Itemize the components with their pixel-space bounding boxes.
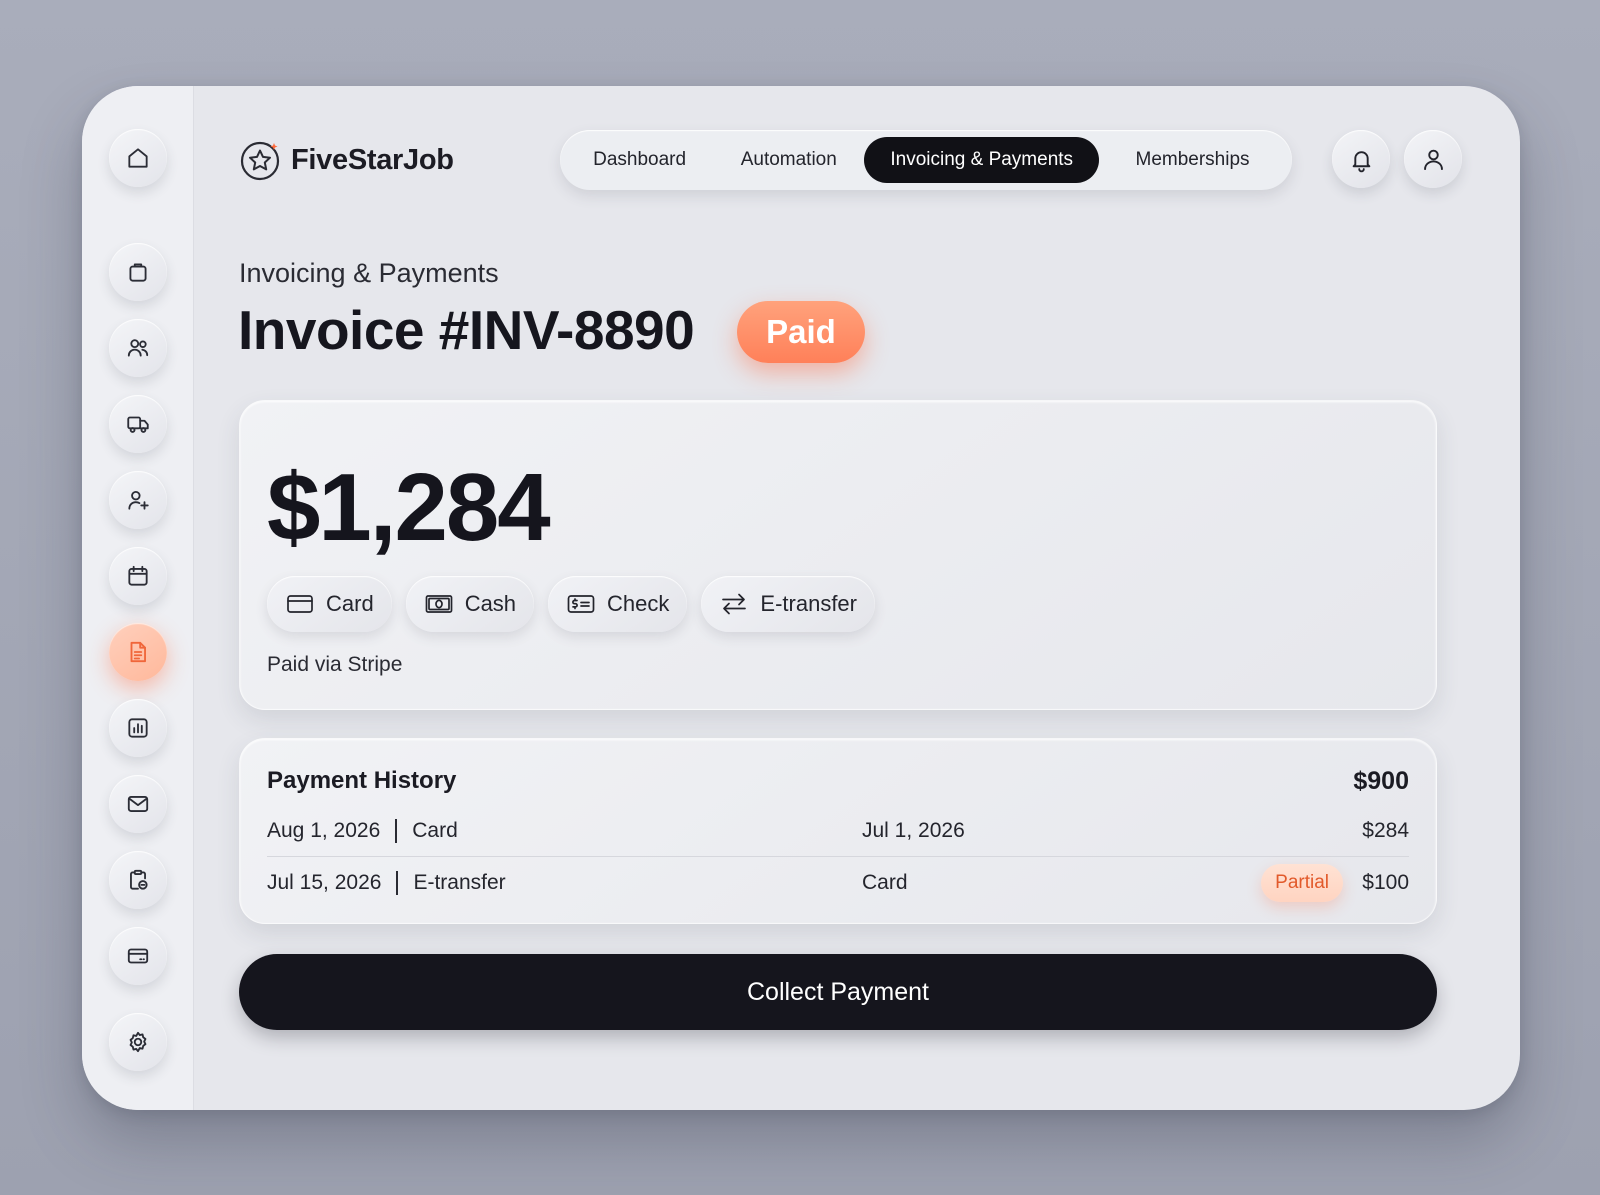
method-check-button[interactable]: Check [548, 576, 688, 632]
sidebar [82, 86, 194, 1110]
invoice-summary-card: $1,284 Card Cash Check E-transfer Paid v… [239, 400, 1437, 710]
row-method: Card [412, 819, 458, 842]
briefcase-icon [129, 263, 147, 282]
user-icon [1423, 149, 1443, 170]
method-label: E-transfer [760, 591, 857, 616]
row-divider [396, 871, 399, 895]
home-icon [128, 148, 148, 168]
bar-chart-icon [128, 718, 148, 738]
sidebar-item-reports[interactable] [109, 699, 167, 757]
page-title: Invoice #INV-8890 [238, 299, 695, 361]
profile-button[interactable] [1404, 130, 1462, 188]
tab-invoicing-payments[interactable]: Invoicing & Payments [864, 137, 1100, 183]
row-divider [395, 819, 398, 843]
method-card-button[interactable]: Card [267, 576, 392, 632]
notifications-button[interactable] [1332, 130, 1390, 188]
payment-methods: Card Cash Check E-transfer [267, 576, 875, 632]
tab-dashboard[interactable]: Dashboard [566, 137, 713, 183]
cash-icon [425, 595, 453, 613]
brand-name: FiveStarJob [291, 143, 454, 176]
sidebar-item-jobs[interactable] [109, 243, 167, 301]
brand-logo[interactable]: FiveStarJob [239, 138, 454, 182]
payment-history-title: Payment History [267, 767, 457, 794]
method-cash-button[interactable]: Cash [405, 576, 535, 632]
sidebar-item-calendar[interactable] [109, 547, 167, 605]
row-separator [267, 856, 1409, 857]
collect-payment-button[interactable]: Collect Payment [239, 954, 1437, 1030]
row-secondary: Card [862, 871, 908, 894]
sidebar-item-invoices[interactable] [109, 623, 167, 681]
page-breadcrumb: Invoicing & Payments [239, 258, 499, 288]
row-secondary: Jul 1, 2026 [862, 819, 965, 842]
method-label: Cash [464, 591, 517, 616]
star-logo-icon [240, 141, 280, 181]
sidebar-item-home[interactable] [109, 129, 167, 187]
row-amount: $100 [1362, 871, 1409, 894]
row-amount: $284 [1362, 819, 1409, 842]
settings-icon [129, 1031, 147, 1053]
calendar-icon [128, 565, 148, 586]
sidebar-item-messages[interactable] [109, 775, 167, 833]
mail-icon [127, 796, 149, 812]
clipboard-icon [130, 869, 148, 890]
payment-history-total: $900 [1353, 767, 1409, 795]
truck-icon [127, 416, 149, 433]
tab-memberships[interactable]: Memberships [1099, 137, 1286, 183]
users-icon [127, 339, 149, 357]
top-nav: Dashboard Automation Invoicing & Payment… [560, 130, 1292, 190]
invoice-amount: $1,284 [267, 454, 551, 561]
document-icon [130, 641, 146, 663]
row-date: Aug 1, 2026 [267, 819, 381, 842]
method-label: Check [607, 591, 670, 616]
sidebar-item-add-user[interactable] [109, 471, 167, 529]
credit-card-icon [127, 948, 149, 964]
card-icon [287, 595, 313, 613]
row-method: E-transfer [413, 871, 506, 894]
row-date: Jul 15, 2026 [267, 871, 382, 894]
partial-badge: Partial [1261, 864, 1343, 902]
method-label: Card [326, 591, 374, 616]
transfer-icon [722, 593, 747, 615]
sidebar-item-dispatch[interactable] [109, 395, 167, 453]
status-badge: Paid [737, 301, 865, 363]
sidebar-item-billing[interactable] [109, 927, 167, 985]
bell-icon [1352, 150, 1370, 172]
payment-history-card: Payment History $900 Aug 1, 2026 Card Ju… [239, 738, 1437, 924]
method-etransfer-button[interactable]: E-transfer [701, 576, 875, 632]
sidebar-item-customers[interactable] [109, 319, 167, 377]
user-plus-icon [128, 490, 149, 510]
sidebar-item-settings[interactable] [109, 1013, 167, 1071]
app-window: FiveStarJob Dashboard Automation Invoici… [82, 86, 1520, 1110]
history-row[interactable]: Aug 1, 2026 Card Jul 1, 2026 $284 [267, 811, 1409, 851]
sidebar-item-tasks[interactable] [109, 851, 167, 909]
tab-automation[interactable]: Automation [713, 137, 864, 183]
check-icon [567, 595, 595, 613]
history-row[interactable]: Jul 15, 2026 E-transfer Card Partial $10… [267, 863, 1409, 903]
paid-via-text: Paid via Stripe [267, 653, 403, 676]
